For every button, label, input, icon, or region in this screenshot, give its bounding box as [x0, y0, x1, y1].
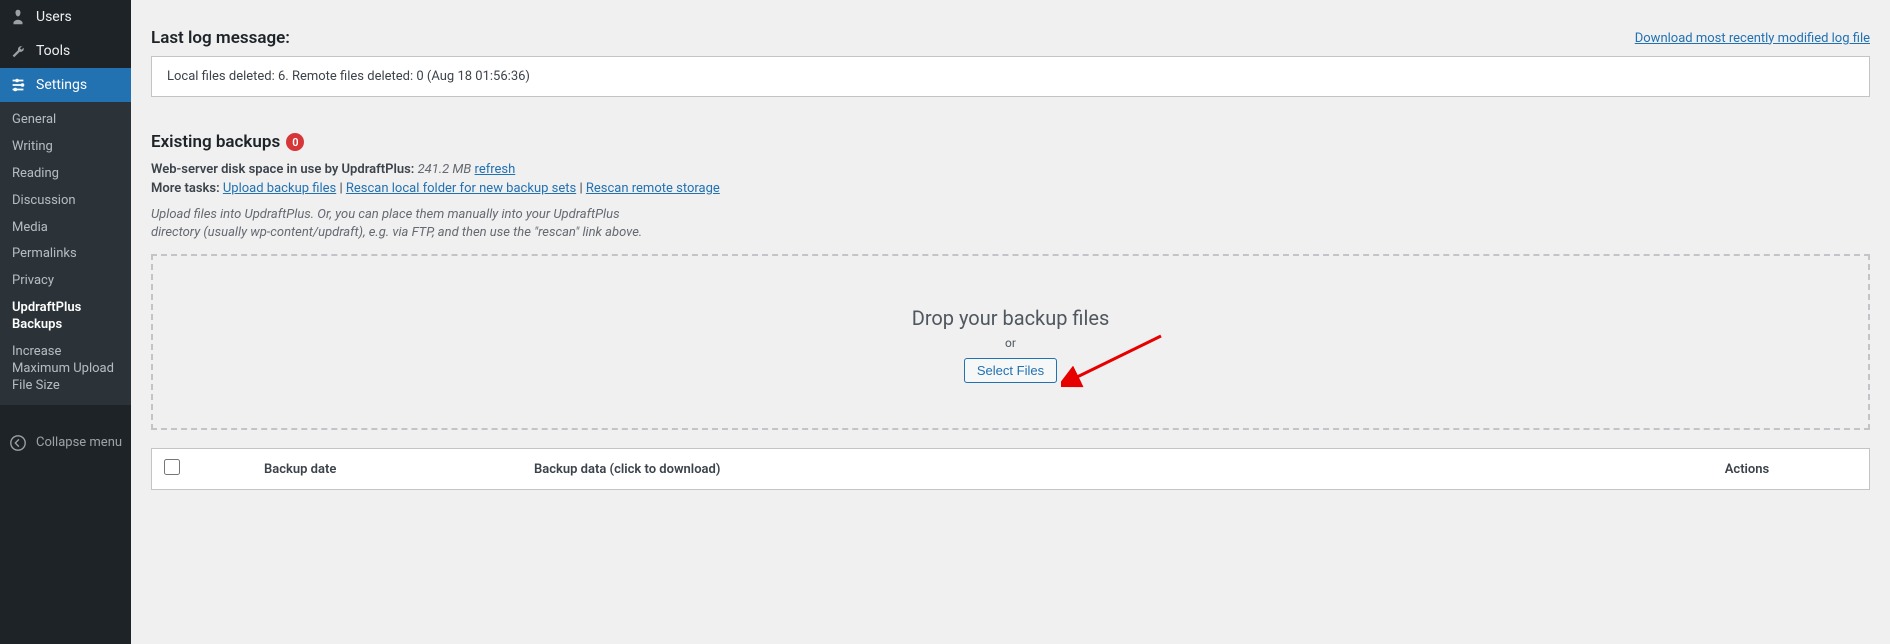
- download-log-link[interactable]: Download most recently modified log file: [1635, 31, 1870, 46]
- more-tasks-line: More tasks: Upload backup files | Rescan…: [151, 181, 1870, 196]
- sliders-icon: [8, 75, 28, 95]
- collapse-menu-button[interactable]: Collapse menu: [0, 425, 131, 461]
- sidebar-item-label: Settings: [36, 77, 87, 93]
- subitem-permalinks[interactable]: Permalinks: [0, 241, 131, 268]
- sidebar-submenu: General Writing Reading Discussion Media…: [0, 102, 131, 405]
- sidebar-item-settings[interactable]: Settings: [0, 68, 131, 102]
- log-title: Last log message:: [151, 28, 290, 48]
- sidebar-item-users[interactable]: Users: [0, 0, 131, 34]
- sidebar-item-label: Tools: [36, 43, 70, 59]
- rescan-remote-link[interactable]: Rescan remote storage: [586, 181, 720, 196]
- subitem-writing[interactable]: Writing: [0, 134, 131, 161]
- subitem-discussion[interactable]: Discussion: [0, 188, 131, 215]
- upload-hint-text: Upload files into UpdraftPlus. Or, you c…: [151, 206, 651, 242]
- backup-count-badge: 0: [286, 133, 304, 151]
- col-actions: Actions: [1637, 462, 1857, 477]
- disk-space-line: Web-server disk space in use by UpdraftP…: [151, 162, 1870, 177]
- subitem-general[interactable]: General: [0, 107, 131, 134]
- annotation-arrow-icon: [1061, 331, 1171, 391]
- backup-table-header: Backup date Backup data (click to downlo…: [151, 448, 1870, 490]
- log-section-header: Last log message: Download most recently…: [151, 28, 1870, 48]
- refresh-link[interactable]: refresh: [475, 162, 516, 177]
- existing-backups-header: Existing backups 0: [151, 132, 1870, 152]
- wrench-icon: [8, 41, 28, 61]
- log-message-box: Local files deleted: 6. Remote files del…: [151, 56, 1870, 97]
- main-content: Last log message: Download most recently…: [131, 0, 1890, 644]
- upload-backup-link[interactable]: Upload backup files: [223, 181, 336, 196]
- col-backup-data: Backup data (click to download): [534, 462, 1637, 477]
- subitem-increase-upload[interactable]: Increase Maximum Upload File Size: [0, 339, 131, 400]
- sidebar-item-tools[interactable]: Tools: [0, 34, 131, 68]
- dropzone-or-text: or: [1005, 336, 1016, 350]
- sidebar-item-label: Users: [36, 9, 72, 25]
- collapse-icon: [8, 433, 28, 453]
- more-tasks-label: More tasks:: [151, 181, 220, 196]
- user-icon: [8, 7, 28, 27]
- existing-backups-title: Existing backups: [151, 132, 280, 152]
- subitem-updraftplus[interactable]: UpdraftPlus Backups: [0, 295, 131, 339]
- subitem-privacy[interactable]: Privacy: [0, 268, 131, 295]
- rescan-local-link[interactable]: Rescan local folder for new backup sets: [346, 181, 576, 196]
- file-dropzone[interactable]: Drop your backup files or Select Files: [151, 254, 1870, 430]
- admin-sidebar: Users Tools Settings General Writing Rea…: [0, 0, 131, 644]
- select-all-checkbox[interactable]: [164, 459, 180, 475]
- subitem-reading[interactable]: Reading: [0, 161, 131, 188]
- log-message-text: Local files deleted: 6. Remote files del…: [167, 69, 530, 84]
- disk-space-label: Web-server disk space in use by UpdraftP…: [151, 162, 414, 177]
- select-files-button[interactable]: Select Files: [964, 358, 1057, 383]
- select-all-cell: [164, 459, 204, 479]
- subitem-media[interactable]: Media: [0, 215, 131, 242]
- col-backup-date: Backup date: [204, 462, 534, 477]
- disk-space-value: 241.2 MB: [418, 162, 472, 177]
- dropzone-title: Drop your backup files: [912, 306, 1110, 330]
- collapse-menu-label: Collapse menu: [36, 435, 122, 450]
